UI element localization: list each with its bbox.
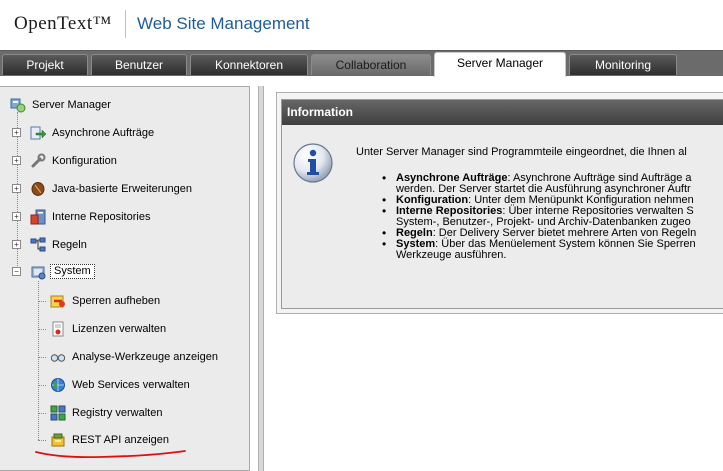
tree-item-system[interactable]: − System	[12, 262, 212, 282]
tab-benutzer[interactable]: Benutzer	[91, 54, 187, 75]
server-manager-icon	[10, 98, 26, 113]
tree-item-label: Lizenzen verwalten	[72, 323, 167, 335]
tree-item-label: Registry verwalten	[72, 407, 163, 419]
tree-item-rest-api[interactable]: REST API anzeigen	[48, 430, 238, 450]
tree-item-lizenzen-verwalten[interactable]: Lizenzen verwalten	[48, 319, 238, 339]
tab-server-manager[interactable]: Server Manager	[434, 52, 566, 77]
panel-splitter[interactable]	[258, 86, 264, 471]
java-bean-icon	[31, 182, 45, 196]
tree-root-server-manager[interactable]: Server Manager	[10, 95, 150, 115]
selected-tree-label: System	[50, 264, 95, 279]
tree-item-asynchrone-auftraege[interactable]: + Asynchrone Aufträge	[12, 123, 212, 143]
info-list-item: System: Über das Menüelement System könn…	[382, 239, 723, 261]
tree-item-label: Web Services verwalten	[72, 379, 190, 391]
information-icon	[293, 143, 333, 183]
tree-item-label: REST API anzeigen	[72, 434, 170, 446]
tree-connector-line	[38, 413, 46, 414]
tree-item-regeln[interactable]: + Regeln	[12, 235, 212, 255]
collapse-toggle[interactable]: −	[12, 267, 21, 276]
opentext-logo: OpenText™	[14, 13, 112, 34]
tree-root-label: Server Manager	[32, 99, 111, 111]
repository-icon	[30, 209, 46, 225]
analysis-glasses-icon	[50, 354, 66, 362]
tree-connector-line	[38, 357, 46, 358]
expand-toggle[interactable]: +	[12, 184, 21, 193]
information-panel: Information Unter Server Manager sind Pr…	[281, 99, 723, 309]
info-list-item: Interne Repositories: Über interne Repos…	[382, 206, 723, 228]
expand-toggle[interactable]: +	[12, 240, 21, 249]
tree-item-konfiguration[interactable]: + Konfiguration	[12, 151, 212, 171]
tree-item-label: Sperren aufheben	[72, 295, 161, 307]
tree-item-label: Asynchrone Aufträge	[52, 127, 155, 139]
info-list-item: Asynchrone Aufträge: Asynchrone Aufträge…	[382, 173, 723, 195]
tree-item-sperren-aufheben[interactable]: Sperren aufheben	[48, 291, 238, 311]
tree-item-label: Regeln	[52, 239, 87, 251]
tree-item-registry-verwalten[interactable]: Registry verwalten	[48, 403, 238, 423]
wrench-icon	[31, 153, 46, 168]
information-title: Information	[282, 100, 723, 125]
tab-monitoring[interactable]: Monitoring	[569, 54, 677, 75]
tree-item-web-services[interactable]: Web Services verwalten	[48, 375, 238, 395]
product-name: Web Site Management	[137, 14, 310, 33]
tree-connector-line	[38, 440, 46, 441]
tree-item-label: Analyse-Werkzeuge anzeigen	[72, 351, 218, 363]
system-icon	[31, 266, 46, 280]
rules-icon	[30, 237, 46, 252]
expand-toggle[interactable]: +	[12, 212, 21, 221]
rest-api-icon	[51, 433, 65, 447]
info-item-continuation: Werkzeuge ausführen.	[396, 249, 507, 261]
tab-konnektoren[interactable]: Konnektoren	[190, 54, 308, 75]
expand-toggle[interactable]: +	[12, 128, 21, 137]
tree-item-label: Java-basierte Erweiterungen	[52, 183, 193, 195]
information-list: Asynchrone Aufträge: Asynchrone Aufträge…	[382, 173, 723, 261]
tree-item-analyse-werkzeuge[interactable]: Analyse-Werkzeuge anzeigen	[48, 347, 248, 367]
tree-item-interne-repositories[interactable]: + Interne Repositories	[12, 207, 212, 227]
tree-connector-line	[38, 329, 46, 330]
registry-icon	[50, 405, 66, 421]
header-divider	[125, 10, 126, 38]
tree-connector-line	[38, 281, 39, 440]
tab-projekt[interactable]: Projekt	[2, 54, 88, 75]
tree-connector-line	[38, 385, 46, 386]
license-icon	[52, 321, 64, 337]
tree-connector-line	[38, 301, 46, 302]
async-jobs-icon	[30, 126, 46, 140]
information-intro: Unter Server Manager sind Programmteile …	[356, 146, 687, 158]
expand-toggle[interactable]: +	[12, 156, 21, 165]
tab-collaboration[interactable]: Collaboration	[311, 54, 431, 75]
unlock-icon	[50, 295, 65, 308]
main-tab-bar: Projekt Benutzer Konnektoren Collaborati…	[0, 50, 723, 77]
tree-item-label: Konfiguration	[52, 155, 117, 167]
app-header: OpenText™ Web Site Management	[0, 0, 723, 50]
tree-item-label: Interne Repositories	[52, 211, 151, 223]
tree-item-java-erweiterungen[interactable]: + Java-basierte Erweiterungen	[12, 179, 232, 199]
web-services-globe-icon	[51, 378, 65, 392]
